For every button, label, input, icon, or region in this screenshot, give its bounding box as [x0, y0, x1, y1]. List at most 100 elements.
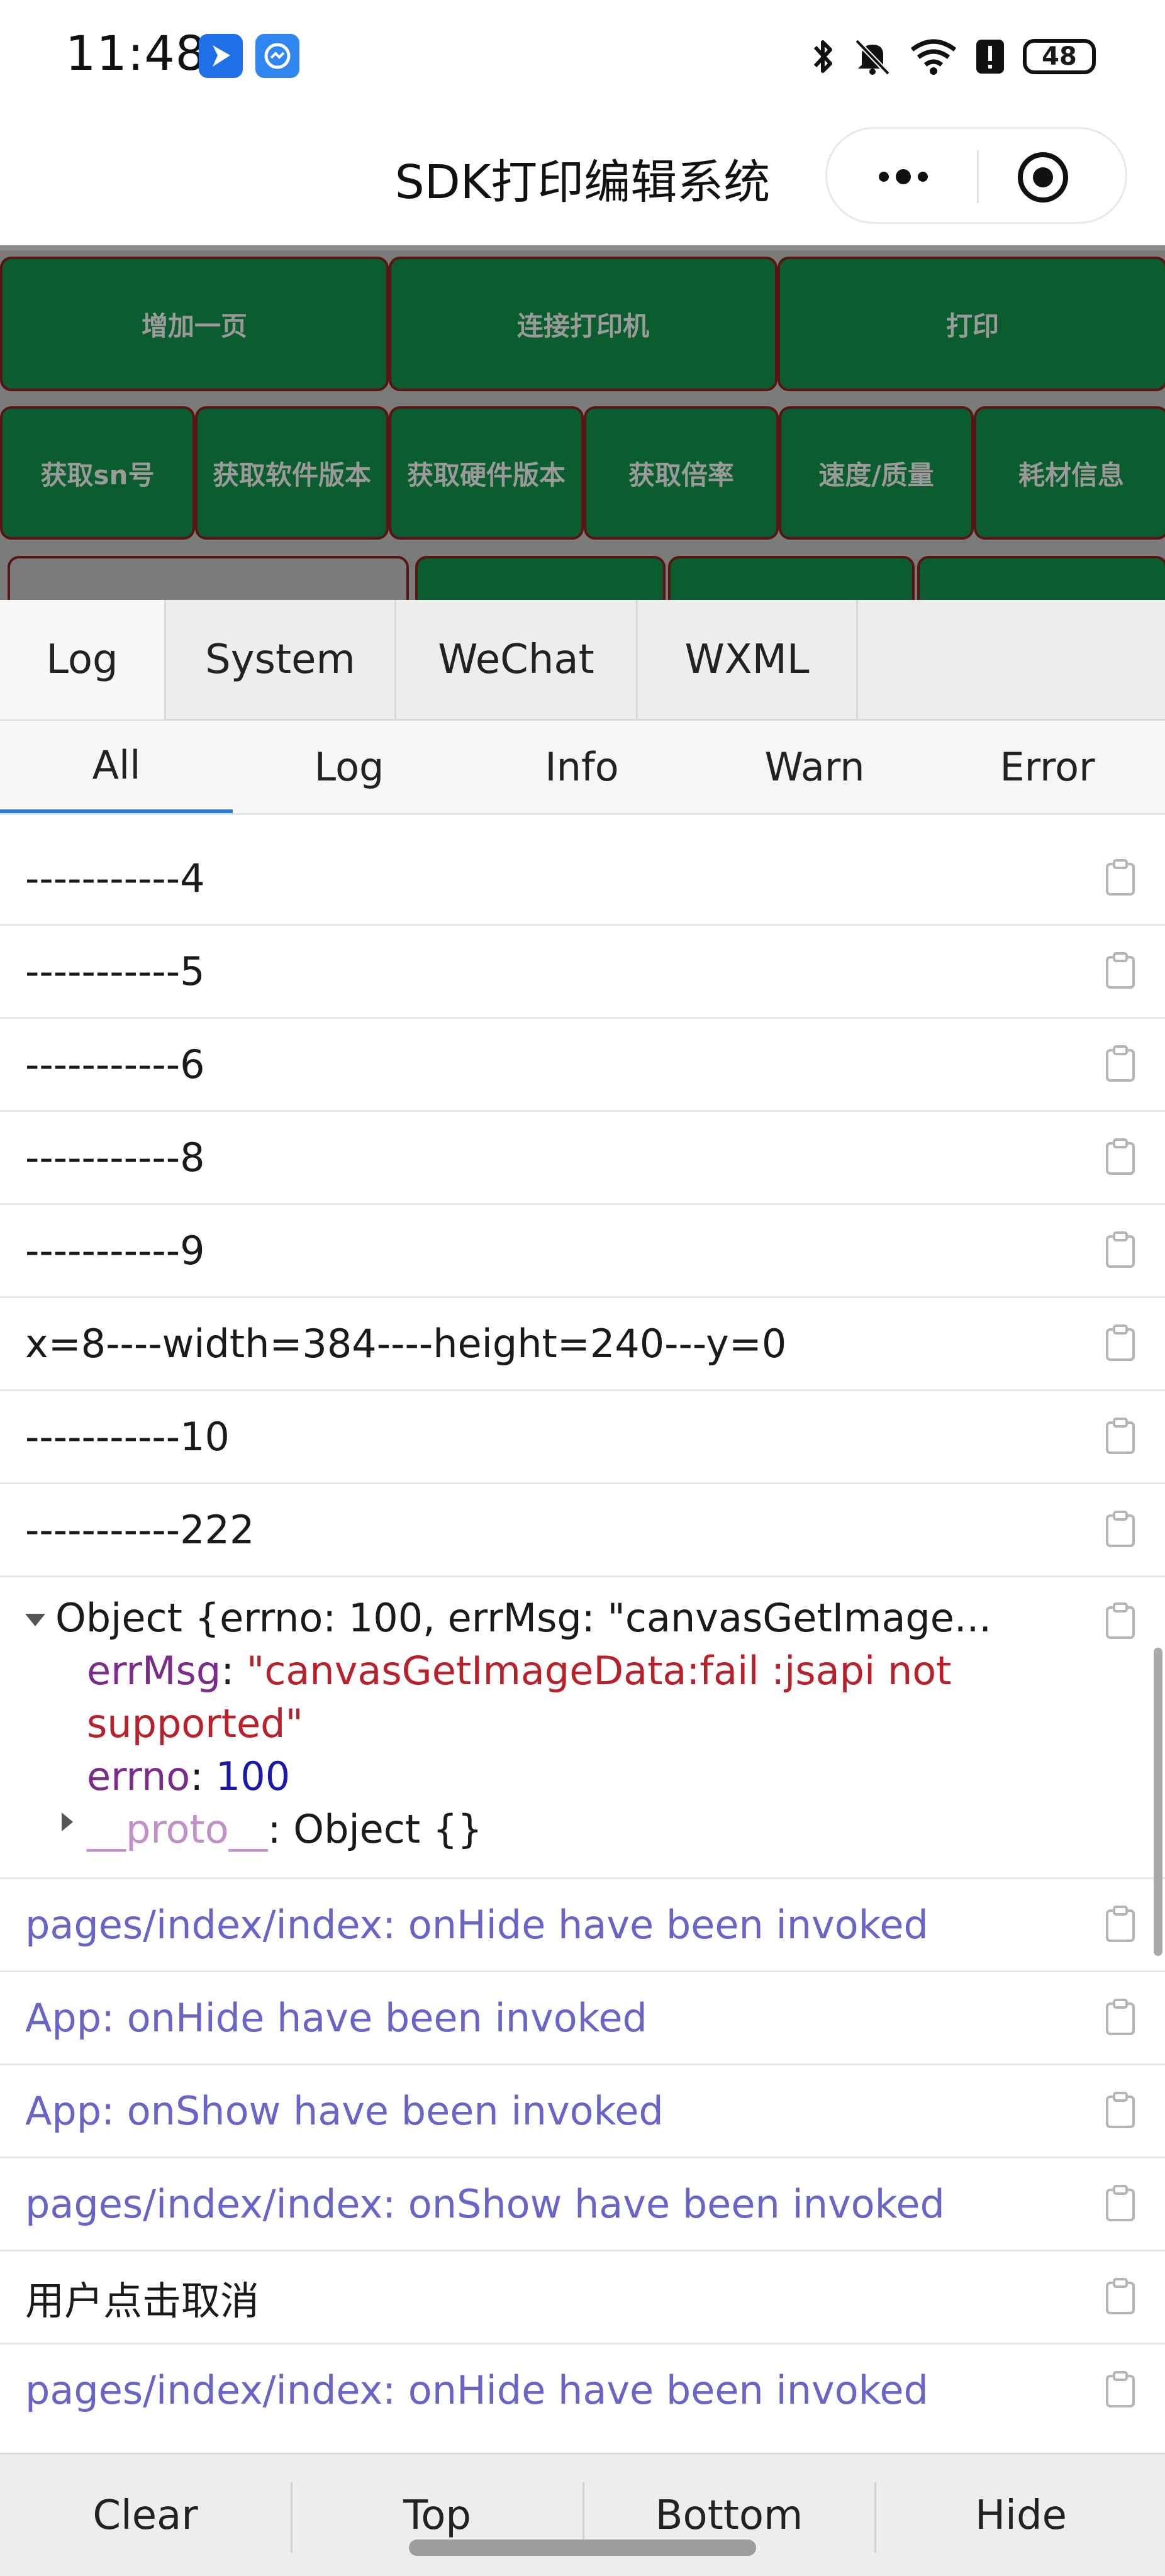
app-area: 增加一页 连接打印机 打印 获取sn号 获取软件版本 获取硬件版本 获取倍率 速…	[0, 250, 1165, 600]
bluetooth-icon	[813, 40, 832, 73]
speed-quality-button[interactable]: 速度/质量	[779, 406, 974, 540]
nav-bar: SDK打印编辑系统	[0, 113, 1165, 250]
copy-icon[interactable]	[1105, 1999, 1136, 2036]
miniprogram-capsule	[825, 127, 1127, 224]
log-text: App: onShow have been invoked	[25, 2088, 664, 2134]
log-list: -----------4 -----------5 -----------6 -…	[0, 833, 1165, 2426]
status-bar: 11:48 48	[0, 0, 1165, 113]
tab-log[interactable]: Log	[0, 600, 166, 719]
messenger-notification-icon	[255, 34, 299, 78]
alert-icon	[976, 40, 1004, 74]
capsule-divider	[977, 150, 979, 203]
copy-icon[interactable]	[1105, 1511, 1136, 1548]
log-row: pages/index/index: onShow have been invo…	[0, 2158, 1165, 2251]
hide-button[interactable]: Hide	[876, 2455, 1165, 2576]
log-row: x=8----width=384----height=240---y=0	[0, 1298, 1165, 1391]
log-row: App: onHide have been invoked	[0, 1972, 1165, 2065]
log-row: pages/index/index: onHide have been invo…	[0, 1879, 1165, 1972]
property-value: 100	[215, 1753, 291, 1799]
log-row: -----------10	[0, 1391, 1165, 1484]
status-icons: 48	[810, 31, 1096, 82]
log-text: pages/index/index: onHide have been invo…	[25, 1902, 928, 1948]
get-software-version-button[interactable]: 获取软件版本	[195, 406, 389, 540]
object-property-errno: errno: 100	[87, 1753, 290, 1799]
copy-icon[interactable]	[1105, 1045, 1136, 1083]
wifi-icon	[910, 39, 957, 75]
log-text: -----------5	[25, 948, 205, 994]
app-notification-icon	[199, 34, 243, 78]
more-icon[interactable]	[875, 159, 932, 194]
property-value-continued: supported"	[87, 1701, 304, 1746]
copy-icon[interactable]	[1105, 1602, 1136, 1640]
home-indicator[interactable]	[409, 2540, 756, 2556]
clear-button[interactable]: Clear	[0, 2455, 291, 2576]
property-separator: :	[267, 1806, 294, 1852]
tab-wechat[interactable]: WeChat	[396, 600, 638, 719]
object-property-errmsg: errMsg: "canvasGetImageData:fail :jsapi …	[87, 1648, 952, 1694]
row3-button-3[interactable]	[917, 556, 1165, 600]
copy-icon[interactable]	[1105, 2278, 1136, 2316]
log-text: -----------9	[25, 1228, 205, 1274]
bottom-button[interactable]: Bottom	[584, 2455, 874, 2576]
filter-error[interactable]: Error	[931, 721, 1164, 813]
console-top-tabs: Log System WeChat WXML	[0, 600, 1165, 721]
log-text: -----------4	[25, 855, 205, 901]
copy-icon[interactable]	[1105, 2371, 1136, 2409]
battery-level: 48	[1042, 42, 1077, 71]
input-box[interactable]	[8, 556, 409, 600]
log-text: -----------6	[25, 1041, 205, 1087]
consumables-info-button[interactable]: 耗材信息	[974, 406, 1165, 540]
log-scrollbar[interactable]	[1154, 1648, 1162, 1956]
log-row: 用户点击取消	[0, 2251, 1165, 2345]
log-text: -----------8	[25, 1135, 205, 1180]
vconsole-panel: Log System WeChat WXML All Log Info Warn…	[0, 600, 1165, 2576]
copy-icon[interactable]	[1105, 2185, 1136, 2223]
object-property-proto[interactable]: __proto__: Object {}	[87, 1806, 482, 1852]
row3-button-2[interactable]	[668, 556, 915, 600]
filter-all[interactable]: All	[0, 721, 233, 813]
row3-button-1[interactable]	[415, 556, 666, 600]
property-key: errMsg	[87, 1648, 221, 1694]
expand-proto-icon[interactable]	[60, 1811, 74, 1833]
connect-printer-button[interactable]: 连接打印机	[389, 257, 778, 391]
expand-toggle-icon[interactable]	[24, 1613, 47, 1628]
copy-icon[interactable]	[1105, 1231, 1136, 1269]
object-summary[interactable]: Object {errno: 100, errMsg: "canvasGetIm…	[55, 1595, 991, 1641]
get-ratio-button[interactable]: 获取倍率	[584, 406, 779, 540]
copy-icon[interactable]	[1105, 1324, 1136, 1362]
copy-icon[interactable]	[1105, 2092, 1136, 2129]
log-row-object: Object {errno: 100, errMsg: "canvasGetIm…	[0, 1577, 1165, 1879]
filter-log[interactable]: Log	[233, 721, 465, 813]
log-text: -----------10	[25, 1414, 230, 1460]
log-row: -----------4	[0, 833, 1165, 926]
top-button[interactable]: Top	[292, 2455, 582, 2576]
copy-icon[interactable]	[1105, 1906, 1136, 1943]
log-text: App: onHide have been invoked	[25, 1995, 647, 2041]
log-row: -----------222	[0, 1484, 1165, 1577]
filter-info[interactable]: Info	[465, 721, 698, 813]
log-text: 用户点击取消	[25, 2277, 260, 2324]
log-row: App: onShow have been invoked	[0, 2065, 1165, 2158]
get-hardware-version-button[interactable]: 获取硬件版本	[389, 406, 584, 540]
filter-warn[interactable]: Warn	[698, 721, 931, 813]
add-page-button[interactable]: 增加一页	[0, 257, 389, 391]
property-key: __proto__	[87, 1806, 268, 1852]
log-row: -----------8	[0, 1112, 1165, 1205]
log-text: x=8----width=384----height=240---y=0	[25, 1321, 787, 1367]
property-key: errno	[87, 1753, 191, 1799]
mute-bell-icon	[855, 39, 890, 75]
get-sn-button[interactable]: 获取sn号	[0, 406, 195, 540]
copy-icon[interactable]	[1105, 952, 1136, 990]
tab-system[interactable]: System	[166, 600, 396, 719]
console-filter-tabs: All Log Info Warn Error	[0, 721, 1165, 815]
copy-icon[interactable]	[1105, 1418, 1136, 1455]
log-row: -----------6	[0, 1019, 1165, 1112]
property-value: Object {}	[293, 1806, 482, 1852]
print-button[interactable]: 打印	[778, 257, 1165, 391]
copy-icon[interactable]	[1105, 1138, 1136, 1176]
log-text: -----------222	[25, 1507, 255, 1553]
tab-wxml[interactable]: WXML	[638, 600, 858, 719]
copy-icon[interactable]	[1105, 859, 1136, 897]
log-row: -----------5	[0, 926, 1165, 1019]
close-miniprogram-icon[interactable]	[1016, 150, 1070, 204]
